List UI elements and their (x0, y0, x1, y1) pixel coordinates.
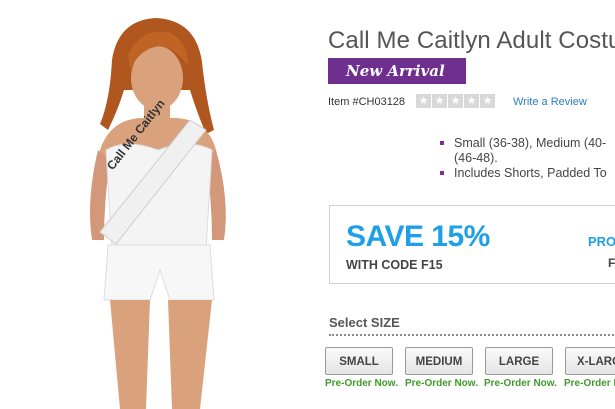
star-icon: ★ (480, 94, 495, 108)
size-small-button[interactable]: SMALL (325, 347, 393, 375)
preorder-status: Pre-Order N (564, 378, 615, 389)
size-large-button[interactable]: LARGE (485, 347, 553, 375)
divider (329, 334, 615, 336)
promo-side-sublabel: F (608, 256, 615, 270)
star-icon: ★ (464, 94, 479, 108)
select-size-label: Select SIZE (329, 315, 400, 330)
promo-headline: SAVE 15% (346, 220, 490, 253)
size-xlarge-button[interactable]: X-LARG (565, 347, 615, 375)
product-photo[interactable]: Call Me Caitlyn (0, 0, 318, 409)
star-icon: ★ (432, 94, 447, 108)
preorder-status: Pre-Order Now. (405, 378, 478, 389)
write-review-link[interactable]: Write a Review (513, 96, 587, 108)
feature-sizes-continued: (46-48). (454, 151, 498, 165)
star-icon: ★ (416, 94, 431, 108)
size-medium-button[interactable]: MEDIUM (405, 347, 473, 375)
promo-box: SAVE 15% WITH CODE F15 PRO F (329, 205, 615, 284)
item-number: Item #CH03128 (328, 96, 406, 108)
star-icon: ★ (448, 94, 463, 108)
product-features-list: Small (36-38), Medium (40- (46-48). Incl… (438, 136, 615, 181)
rating-stars: ★ ★ ★ ★ ★ (416, 94, 495, 108)
preorder-status: Pre-Order Now. (484, 378, 557, 389)
preorder-status: Pre-Order Now. (325, 378, 398, 389)
product-info-panel: Call Me Caitlyn Adult Costu New Arrival … (318, 0, 615, 409)
product-title: Call Me Caitlyn Adult Costu (328, 27, 615, 54)
new-arrival-badge: New Arrival (328, 58, 466, 84)
feature-includes-text: Includes Shorts, Padded To (454, 166, 607, 180)
promo-side-label: PRO (588, 234, 615, 249)
feature-sizes-text: Small (36-38), Medium (40- (454, 136, 607, 150)
promo-code: WITH CODE F15 (346, 258, 443, 272)
costume-model-illustration (90, 18, 226, 409)
feature-includes: Includes Shorts, Padded To (438, 166, 615, 181)
feature-sizes: Small (36-38), Medium (40- (438, 136, 615, 151)
